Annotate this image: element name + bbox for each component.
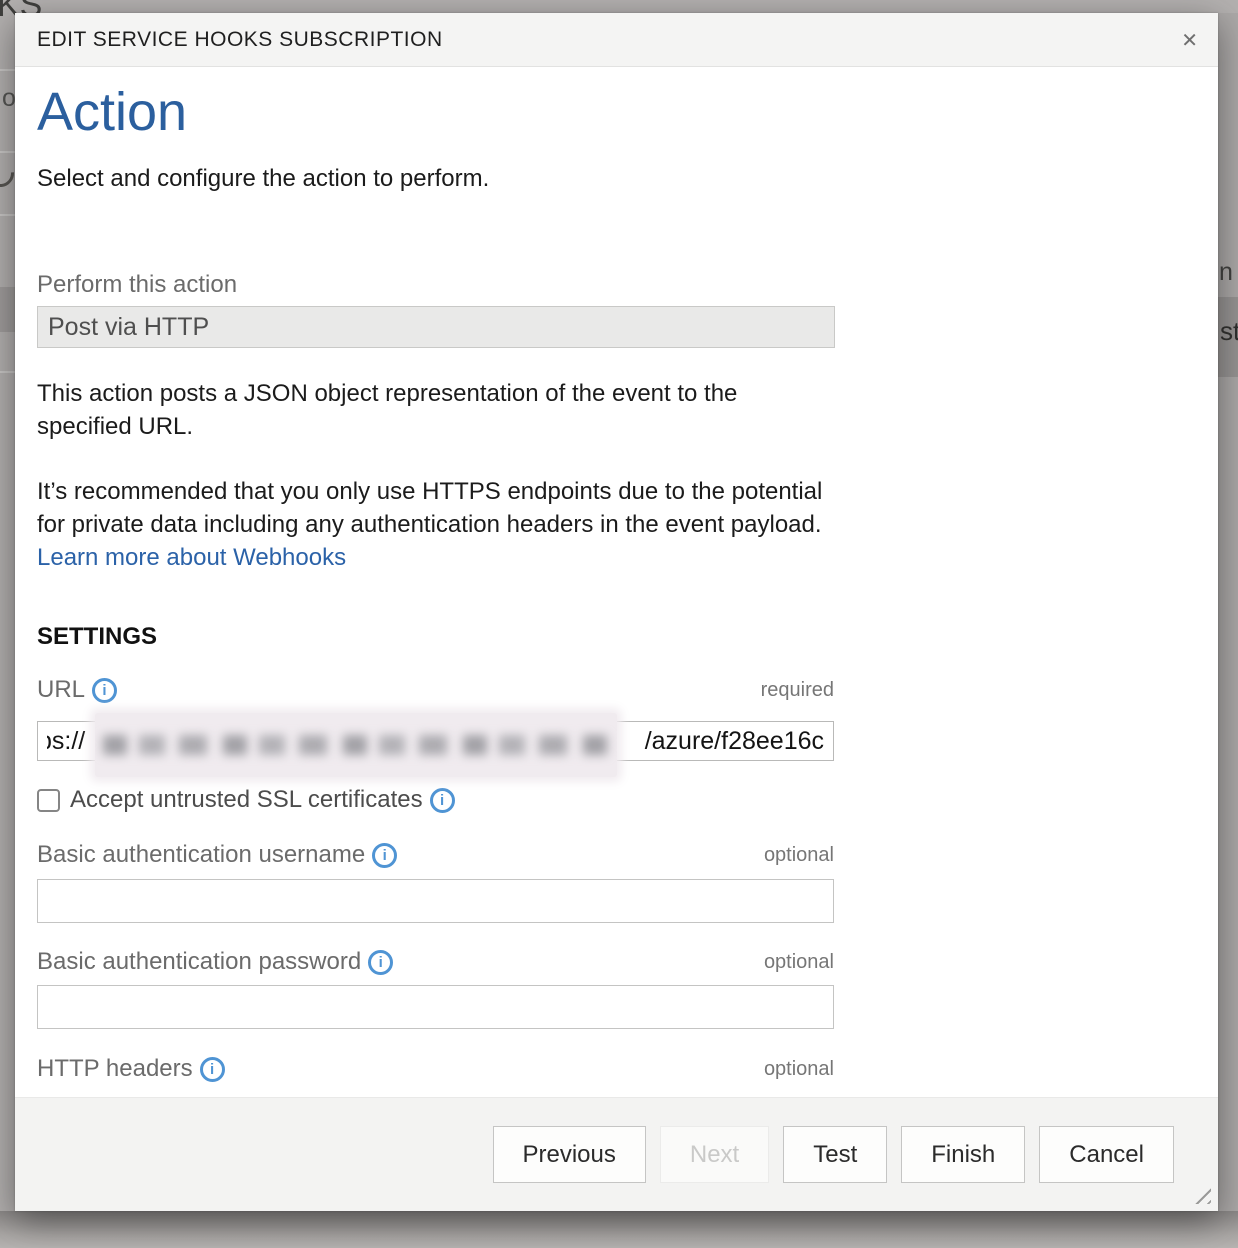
ssl-checkbox-label: Accept untrusted SSL certificates bbox=[70, 786, 423, 814]
password-optional-badge: optional bbox=[764, 951, 834, 974]
action-select: Post via HTTP bbox=[37, 306, 835, 348]
background-shadow-area bbox=[0, 1211, 1238, 1248]
edit-service-hooks-dialog: EDIT SERVICE HOOKS SUBSCRIPTION ✕ Action… bbox=[15, 13, 1218, 1211]
username-optional-badge: optional bbox=[764, 844, 834, 867]
username-input[interactable] bbox=[37, 879, 834, 923]
http-headers-label-row: HTTP headers i optional bbox=[37, 1055, 834, 1083]
dialog-titlebar: EDIT SERVICE HOOKS SUBSCRIPTION bbox=[15, 13, 1218, 67]
test-button[interactable]: Test bbox=[783, 1126, 887, 1183]
background-divider bbox=[0, 214, 16, 216]
info-icon[interactable]: i bbox=[200, 1057, 225, 1082]
http-headers-label: HTTP headers bbox=[37, 1055, 193, 1083]
info-icon[interactable]: i bbox=[430, 788, 455, 813]
ssl-checkbox-row: Accept untrusted SSL certificates i bbox=[37, 786, 834, 814]
url-label-row: URL i required bbox=[37, 676, 834, 704]
perform-action-label: Perform this action bbox=[37, 271, 237, 299]
blurred-text bbox=[103, 735, 609, 755]
previous-button[interactable]: Previous bbox=[493, 1126, 646, 1183]
learn-more-link[interactable]: Learn more about Webhooks bbox=[37, 544, 346, 571]
cancel-button[interactable]: Cancel bbox=[1039, 1126, 1174, 1183]
background-divider bbox=[0, 371, 16, 373]
close-icon[interactable]: ✕ bbox=[1181, 13, 1198, 67]
page-title: Action bbox=[37, 81, 187, 143]
next-button: Next bbox=[660, 1126, 769, 1183]
password-input[interactable] bbox=[37, 985, 834, 1029]
redaction-blur-overlay bbox=[95, 713, 617, 777]
background-selected-row-fragment bbox=[0, 287, 16, 332]
username-label: Basic authentication username bbox=[37, 841, 365, 869]
username-label-row: Basic authentication username i optional bbox=[37, 841, 834, 869]
http-headers-optional-badge: optional bbox=[764, 1058, 834, 1081]
url-required-badge: required bbox=[761, 679, 834, 702]
background-divider bbox=[0, 69, 16, 71]
url-label: URL bbox=[37, 676, 85, 704]
dialog-title: EDIT SERVICE HOOKS SUBSCRIPTION bbox=[37, 28, 443, 52]
url-value-prefix: ps:// bbox=[47, 727, 99, 756]
page-subtitle: Select and configure the action to perfo… bbox=[37, 165, 489, 193]
https-recommendation: It’s recommended that you only use HTTPS… bbox=[37, 475, 837, 574]
screen: KS o n D st EDIT SERVICE HOOKS SUBSCRIPT… bbox=[0, 0, 1238, 1248]
https-recommendation-text: It’s recommended that you only use HTTPS… bbox=[37, 478, 822, 538]
info-icon[interactable]: i bbox=[372, 843, 397, 868]
background-top-strip bbox=[0, 0, 1238, 13]
password-label: Basic authentication password bbox=[37, 948, 361, 976]
background-text-fragment: st bbox=[1220, 316, 1238, 347]
url-value-suffix: /azure/f28ee16c bbox=[645, 727, 824, 756]
info-icon[interactable]: i bbox=[92, 678, 117, 703]
background-text-fragment: o bbox=[2, 84, 16, 113]
background-divider bbox=[0, 151, 16, 153]
dialog-footer: Previous Next Test Finish Cancel bbox=[15, 1097, 1218, 1211]
background-text-fragment: n D bbox=[1219, 258, 1238, 287]
action-description: This action posts a JSON object represen… bbox=[37, 377, 837, 443]
ssl-checkbox[interactable] bbox=[37, 789, 60, 812]
settings-heading: SETTINGS bbox=[37, 623, 157, 651]
finish-button[interactable]: Finish bbox=[901, 1126, 1025, 1183]
info-icon[interactable]: i bbox=[368, 950, 393, 975]
password-label-row: Basic authentication password i optional bbox=[37, 948, 834, 976]
action-select-value: Post via HTTP bbox=[48, 313, 209, 342]
